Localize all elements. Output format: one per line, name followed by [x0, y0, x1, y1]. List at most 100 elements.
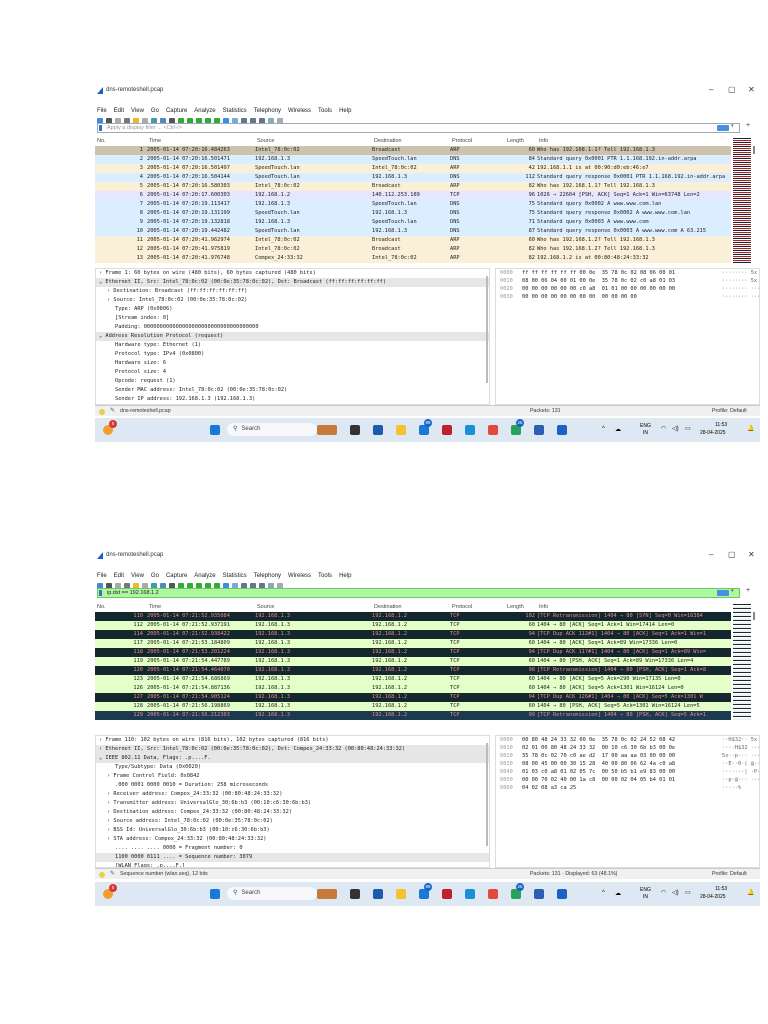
lang-1[interactable]: ENG: [640, 423, 651, 429]
menu-wireless[interactable]: Wireless: [288, 108, 311, 114]
detail-line[interactable]: Opcode: request (1): [96, 377, 489, 386]
packet-minimap[interactable]: [733, 138, 751, 263]
start-icon[interactable]: [210, 889, 220, 899]
packet-row[interactable]: 6 2005-01-14 07:20:17.600303 192.168.1.2 14…: [95, 191, 731, 200]
detail-line[interactable]: Type/Subtype: Data (0x0020): [96, 763, 489, 772]
profile-label[interactable]: Profile: Default: [712, 869, 747, 880]
task-view-icon[interactable]: [350, 425, 360, 435]
details-scrollbar[interactable]: [486, 276, 488, 383]
edge-icon[interactable]: [465, 425, 475, 435]
packet-row[interactable]: 5 2005-01-14 07:20:16.580303 Intel_78:0c:0…: [95, 182, 731, 191]
detail-line[interactable]: Protocol type: IPv4 (0x0800): [96, 350, 489, 359]
packet-row[interactable]: 120 2005-01-14 07:21:54.464070 192.168.1.3…: [95, 666, 731, 675]
detail-line[interactable]: ⌄ Address Resolution Protocol (request): [96, 332, 489, 341]
file-explorer-icon[interactable]: [396, 889, 406, 899]
notifications-icon[interactable]: 🔔: [747, 425, 754, 432]
add-filter-button[interactable]: +: [746, 122, 750, 129]
profile-label[interactable]: Profile: Default: [712, 406, 747, 417]
maximize-button[interactable]: ▢: [728, 85, 736, 94]
display-filter-input[interactable]: ip.dst == 192.168.1.2: [97, 588, 740, 598]
close-button[interactable]: ✕: [748, 550, 755, 559]
column-header-no[interactable]: No.: [97, 603, 106, 611]
detail-line[interactable]: › Frame 1: 60 bytes on wire (480 bits), …: [96, 269, 489, 278]
packet-row[interactable]: 126 2005-01-14 07:21:54.887136 192.168.1.3…: [95, 684, 731, 693]
packet-row[interactable]: 4 2005-01-14 07:20:16.504144 SpeedTouch.la…: [95, 173, 731, 182]
column-header-info[interactable]: Info: [539, 137, 548, 145]
clock-time[interactable]: 11:53: [715, 422, 727, 428]
volume-icon[interactable]: ◁): [672, 889, 679, 896]
detail-line[interactable]: › Transmitter address: UniversalGlo_30:6…: [96, 799, 489, 808]
packet-row[interactable]: 2 2005-01-14 07:20:16.501471 192.168.1.3 Sp…: [95, 155, 731, 164]
packet-row[interactable]: 112 2005-01-14 07:21:52.937191 192.168.1.3…: [95, 621, 731, 630]
tray-chevron-icon[interactable]: ^: [602, 890, 605, 896]
maximize-button[interactable]: ▢: [728, 550, 736, 559]
apply-filter-button[interactable]: [717, 590, 729, 596]
onedrive-icon[interactable]: ☁: [615, 890, 621, 897]
volume-icon[interactable]: ◁): [672, 425, 679, 432]
packet-row[interactable]: 12 2005-01-14 07:20:41.975819 Intel_78:0c:…: [95, 245, 731, 254]
mcafee-icon[interactable]: [442, 425, 452, 435]
detail-line[interactable]: › Destination: Broadcast (ff:ff:ff:ff:ff…: [96, 287, 489, 296]
menu-wireless[interactable]: Wireless: [288, 573, 311, 579]
detail-line[interactable]: › Receiver address: Compex_24:33:32 (00:…: [96, 790, 489, 799]
detail-line[interactable]: Sender MAC address: Intel_78:0c:02 (00:0…: [96, 386, 489, 395]
column-header-time[interactable]: Time: [149, 603, 161, 611]
column-header-info[interactable]: Info: [539, 603, 548, 611]
column-header-length[interactable]: Length: [507, 603, 524, 611]
detail-line[interactable]: ⌄ Ethernet II, Src: Intel_78:0c:02 (00:0…: [96, 278, 489, 287]
detail-line[interactable]: Hardware type: Ethernet (1): [96, 341, 489, 350]
packet-row[interactable]: 114 2005-01-14 07:21:52.938422 192.168.1.3…: [95, 630, 731, 639]
start-icon[interactable]: [210, 425, 220, 435]
packet-row[interactable]: 9 2005-01-14 07:20:19.132818 192.168.1.3 Sp…: [95, 218, 731, 227]
detail-line[interactable]: › Destination address: Compex_24:33:32 (…: [96, 808, 489, 817]
notifications-icon[interactable]: 🔔: [747, 889, 754, 896]
filter-dropdown-icon[interactable]: ▾: [731, 123, 734, 129]
column-header-source[interactable]: Source: [257, 137, 274, 145]
menu-help[interactable]: Help: [339, 108, 351, 114]
packet-row[interactable]: 7 2005-01-14 07:20:19.113417 192.168.1.3 Sp…: [95, 200, 731, 209]
packet-row[interactable]: 123 2005-01-14 07:21:54.686869 192.168.1.3…: [95, 675, 731, 684]
taskbar-search[interactable]: ⚲ Search: [227, 423, 317, 436]
detail-line[interactable]: Type: ARP (0x0806): [96, 305, 489, 314]
chrome-icon[interactable]: [488, 889, 498, 899]
detail-line[interactable]: › STA address: Compex_24:33:32 (00:80:48…: [96, 835, 489, 844]
packet-row[interactable]: 3 2005-01-14 07:20:16.501497 SpeedTouch.la…: [95, 164, 731, 173]
detail-line[interactable]: 1100 0000 0111 .... = Sequence number: 3…: [96, 853, 489, 862]
display-filter-input[interactable]: Apply a display filter ... <Ctrl-/>: [97, 123, 740, 133]
detail-line[interactable]: Padding: 0000000000000000000000000000000…: [96, 323, 489, 332]
detail-line[interactable]: Protocol size: 4: [96, 368, 489, 377]
packet-details-pane[interactable]: › Frame 110: 102 bytes on wire (816 bits…: [95, 735, 490, 868]
details-scrollbar[interactable]: [486, 743, 488, 846]
packet-minimap[interactable]: [733, 604, 751, 720]
detail-line[interactable]: [Stream index: 0]: [96, 314, 489, 323]
menu-tools[interactable]: Tools: [318, 108, 332, 114]
detail-line[interactable]: › Ethernet II, Src: Intel_78:0c:02 (00:0…: [96, 745, 489, 754]
minimize-button[interactable]: –: [709, 550, 713, 559]
detail-line[interactable]: .... .... .... 0000 = Fragment number: 0: [96, 844, 489, 853]
packet-row[interactable]: 1 2005-01-14 07:20:16.484263 Intel_78:0c:0…: [95, 146, 731, 155]
column-header-source[interactable]: Source: [257, 603, 274, 611]
wifi-icon[interactable]: ◠: [661, 425, 666, 432]
column-header-protocol[interactable]: Protocol: [452, 603, 472, 611]
lang-2[interactable]: IN: [643, 430, 648, 436]
packet-row[interactable]: 13 2005-01-14 07:20:41.976748 Compex_24:33…: [95, 254, 731, 263]
lang-2[interactable]: IN: [643, 894, 648, 900]
tray-chevron-icon[interactable]: ^: [602, 426, 605, 432]
minimize-button[interactable]: –: [709, 85, 713, 94]
detail-line[interactable]: .000 0001 0000 0010 = Duration: 258 micr…: [96, 781, 489, 790]
detail-line[interactable]: › Frame Control Field: 0x0842: [96, 772, 489, 781]
apply-filter-button[interactable]: [717, 125, 729, 131]
column-header-time[interactable]: Time: [149, 137, 161, 145]
packet-row[interactable]: 110 2005-01-14 07:21:52.935084 192.168.1.3…: [95, 612, 731, 621]
word-icon[interactable]: [534, 425, 544, 435]
packet-bytes-pane[interactable]: 0000 00 80 48 24 33 32 00 0e 35 78 0c 02 …: [495, 735, 760, 868]
wireshark-icon[interactable]: [557, 889, 567, 899]
add-filter-button[interactable]: +: [746, 587, 750, 594]
detail-line[interactable]: Hardware size: 6: [96, 359, 489, 368]
packet-row[interactable]: 8 2005-01-14 07:20:19.131199 SpeedTouch.la…: [95, 209, 731, 218]
edit-comment-icon[interactable]: ✎: [110, 406, 115, 417]
packet-row[interactable]: 127 2005-01-14 07:21:54.905124 192.168.1.3…: [95, 693, 731, 702]
task-view-icon[interactable]: [350, 889, 360, 899]
edge-icon[interactable]: [465, 889, 475, 899]
wireshark-icon[interactable]: [557, 425, 567, 435]
